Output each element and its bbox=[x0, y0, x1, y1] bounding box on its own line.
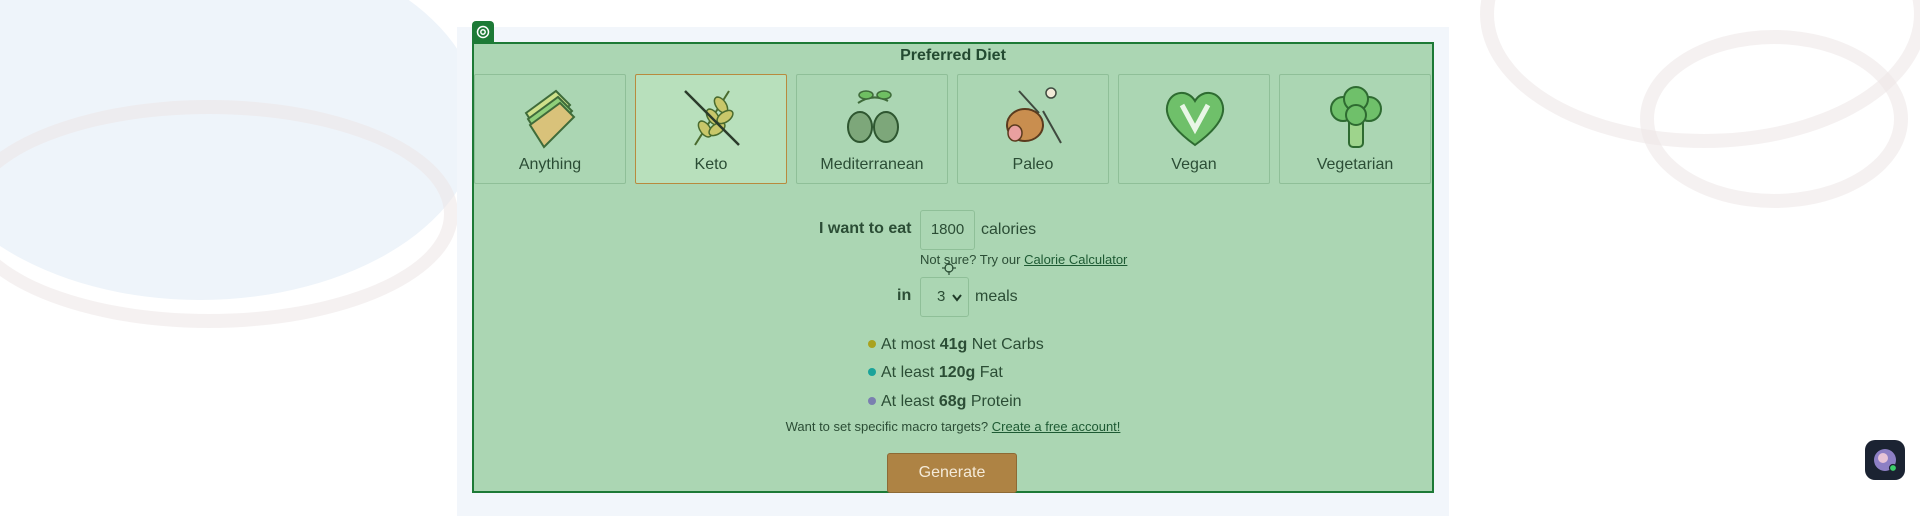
diet-option-paleo[interactable]: Paleo bbox=[957, 74, 1109, 184]
diet-label: Vegetarian bbox=[1316, 156, 1394, 173]
diet-label: Mediterranean bbox=[820, 156, 924, 173]
diet-options: Anything Keto Mediterranean Paleo Vegan … bbox=[474, 74, 1434, 186]
meals-suffix: meals bbox=[975, 288, 1018, 305]
chat-avatar-icon bbox=[1874, 449, 1898, 473]
fat-dot-icon bbox=[868, 368, 876, 376]
chat-widget-button[interactable] bbox=[1865, 440, 1905, 480]
calorie-hint-text: Not sure? Try our bbox=[920, 252, 1021, 267]
calories-input[interactable]: 1800 bbox=[920, 210, 975, 250]
meals-select-value: 3 bbox=[937, 288, 946, 305]
diet-form-card: Preferred Diet Anything Keto Mediterrane… bbox=[472, 42, 1434, 493]
macro-carbs: At most 41g Net Carbs bbox=[868, 336, 1044, 354]
macro-note: Want to set specific macro targets? Crea… bbox=[474, 419, 1432, 434]
carbs-dot-icon bbox=[868, 340, 876, 348]
generate-button[interactable]: Generate bbox=[887, 453, 1017, 493]
crosshair-icon bbox=[942, 261, 956, 275]
macro-fat: At least 120g Fat bbox=[868, 364, 1003, 382]
diet-option-vegan[interactable]: Vegan bbox=[1118, 74, 1270, 184]
diet-label: Vegan bbox=[1171, 156, 1217, 173]
protein-dot-icon bbox=[868, 397, 876, 405]
broccoli-icon bbox=[1330, 86, 1382, 148]
calorie-calculator-link[interactable]: Calorie Calculator bbox=[1024, 252, 1127, 267]
calories-prefix: I want to eat bbox=[819, 220, 912, 237]
diet-label: Keto bbox=[694, 156, 728, 173]
sandwich-icon bbox=[524, 89, 576, 149]
diet-option-mediterranean[interactable]: Mediterranean bbox=[796, 74, 948, 184]
diet-option-anything[interactable]: Anything bbox=[474, 74, 626, 184]
diet-option-keto[interactable]: Keto bbox=[635, 74, 787, 184]
diet-label: Paleo bbox=[1012, 156, 1054, 173]
macro-note-text: Want to set specific macro targets? bbox=[785, 419, 989, 434]
chevron-down-icon bbox=[952, 294, 962, 302]
create-account-link[interactable]: Create a free account! bbox=[992, 419, 1121, 434]
macro-protein: At least 68g Protein bbox=[868, 393, 1022, 411]
diet-option-vegetarian[interactable]: Vegetarian bbox=[1279, 74, 1431, 184]
olives-icon bbox=[847, 90, 899, 143]
meals-select[interactable]: 3 bbox=[920, 277, 969, 317]
crossed-wheat-icon bbox=[684, 90, 740, 146]
target-icon bbox=[472, 21, 494, 43]
heart-v-icon bbox=[1165, 92, 1225, 147]
diet-label: Anything bbox=[518, 156, 582, 173]
drumstick-icon bbox=[1006, 87, 1062, 144]
meals-prefix: in bbox=[897, 287, 912, 304]
calories-suffix: calories bbox=[981, 221, 1037, 238]
background-swirl bbox=[1640, 30, 1908, 208]
section-title: Preferred Diet bbox=[900, 47, 1006, 64]
